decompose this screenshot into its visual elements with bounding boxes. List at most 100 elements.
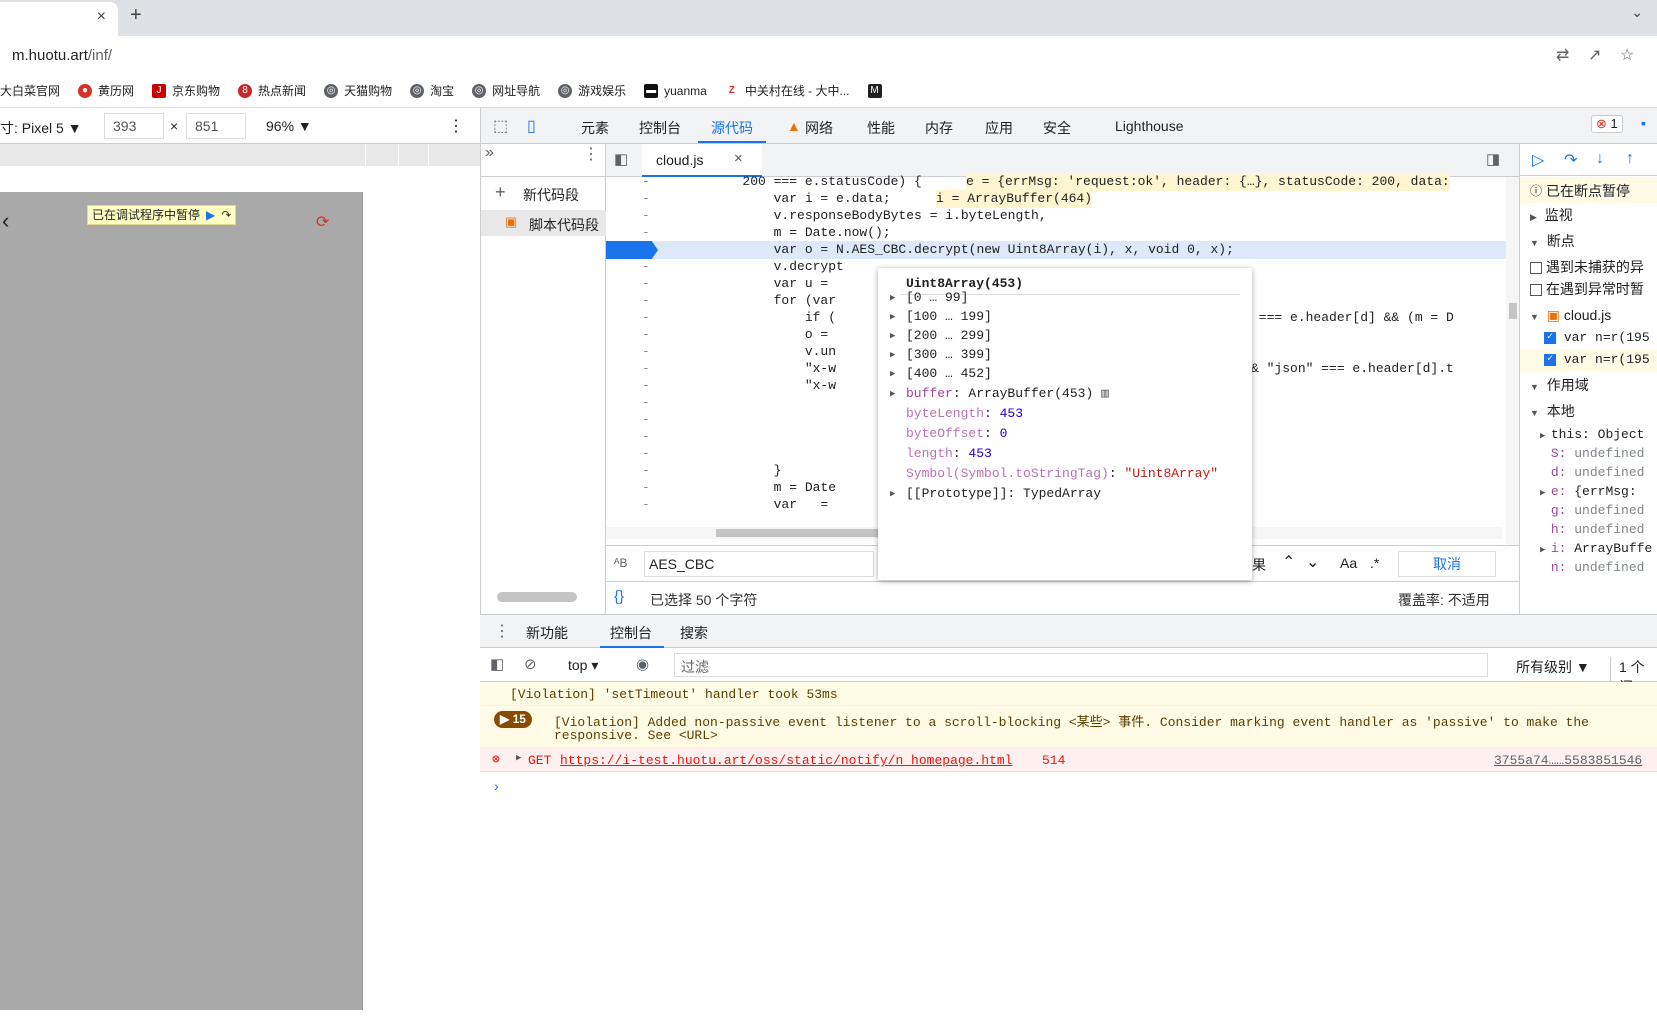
expand-icon[interactable]: ▶ [890,345,895,365]
gutter-marker[interactable]: - [642,394,650,412]
context-select[interactable]: top ▾ [568,657,598,674]
bookmark-item[interactable]: ▬ yuanma [644,83,707,98]
gutter-marker[interactable]: - [642,445,650,463]
console-error[interactable]: ⊗ ▶ GET https://i-test.huotu.art/oss/sta… [480,748,1657,772]
gutter-marker[interactable]: - [642,428,650,446]
tab-security[interactable]: 安全 [1043,118,1071,138]
checkbox[interactable] [1530,284,1542,297]
gutter-marker[interactable]: - [642,292,650,310]
watch-section[interactable]: ▶ 监视 [1530,204,1573,226]
nav-scrollbar[interactable] [497,592,577,602]
breakpoint-marker[interactable] [606,241,658,259]
gutter-marker[interactable]: - [642,275,650,293]
back-arrow-icon[interactable]: ‹ [2,208,9,234]
expand-icon[interactable]: ▶ [1540,488,1551,498]
more-options-icon[interactable]: ⋮ [448,116,464,136]
find-input[interactable]: AES_CBC [644,551,874,577]
add-icon[interactable]: + [495,182,506,203]
eye-icon[interactable]: ◉ [636,655,649,673]
bookmark-item[interactable]: Z 中关村在线 - 大中... [724,82,850,99]
gutter-marker[interactable]: - [642,479,650,497]
tab-memory[interactable]: 内存 [925,118,953,138]
checkbox[interactable] [1530,262,1542,275]
expand-icon[interactable]: ▶ [890,364,895,384]
gutter-marker[interactable]: - [642,360,650,378]
step-into-button-icon[interactable]: ↓ [1596,150,1604,168]
scope-variable[interactable]: ▶ n: undefined [1540,557,1645,579]
sidebar-toggle-icon[interactable]: ◧ [490,655,504,673]
translate-icon[interactable]: ⇄ [1556,45,1569,65]
address-bar[interactable]: m.huotu.art/inf/ ⇄ ↗ ☆ [0,36,1657,74]
share-icon[interactable]: ↗ [1588,45,1601,65]
popover-range[interactable]: ▶ [200 … 299] [890,326,992,346]
code-line[interactable]: - 200 === e.statusCode) {e = {errMsg: 'r… [606,173,1506,191]
gutter-marker[interactable]: - [642,258,650,276]
bookmark-item[interactable]: ● 黄历网 [78,82,134,99]
gutter-marker[interactable]: - [642,411,650,429]
gutter-marker[interactable]: - [642,377,650,395]
pretty-print-icon[interactable]: {} [614,588,624,605]
star-icon[interactable]: ☆ [1620,45,1634,65]
snippet-item[interactable]: ▣ 脚本代码段 [481,210,607,236]
gutter-marker[interactable]: - [642,309,650,327]
memory-icon[interactable]: ▥ [1101,386,1109,401]
console-prompt-icon[interactable]: › [494,778,499,794]
levels-select[interactable]: 所有级别 ▼ [1516,657,1590,677]
breakpoint-item[interactable]: ✓ var n=r(195 [1544,327,1650,349]
tab-whats-new[interactable]: 新功能 [526,623,568,643]
zoom-select[interactable]: 96% ▼ [266,118,312,134]
media-segment[interactable] [428,144,480,166]
expand-icon[interactable]: ▶ [890,384,895,404]
expand-icon[interactable]: ▶ [516,753,521,763]
tab-drawer-console[interactable]: 控制台 [610,623,652,643]
close-file-icon[interactable]: × [734,150,743,167]
match-case-button[interactable]: Aa [1340,555,1357,571]
tab-close-button[interactable]: × [97,8,106,26]
popover-range[interactable]: ▶ [400 … 452] [890,364,992,384]
popover-range[interactable]: ▶ [300 … 399] [890,345,992,365]
tab-lighthouse[interactable]: Lighthouse [1115,118,1184,134]
code-line[interactable]: var o = N.AES_CBC.decrypt(new Uint8Array… [606,241,1506,259]
expand-icon[interactable]: ▶ [1540,545,1551,555]
regex-button[interactable]: .* [1370,555,1379,571]
device-height-input[interactable]: 851 [186,113,246,139]
more-tabs-icon[interactable]: » [485,144,494,162]
check-icon[interactable]: ✓ [1544,331,1556,344]
console-warning[interactable]: ▶ 15 [Violation] Added non-passive event… [480,706,1657,748]
bookmark-item[interactable]: ◎ 淘宝 [410,82,454,99]
popover-prototype[interactable]: ▶ [[Prototype]]: TypedArray [890,484,1101,504]
tab-search-icon[interactable]: ⌄ [1631,4,1643,21]
resume-icon[interactable]: ▶ [206,206,215,224]
resume-button-icon[interactable]: ▷ [1532,150,1544,170]
code-line[interactable]: - m = Date.now(); [606,224,1506,242]
device-screen[interactable] [0,192,363,1010]
messages-icon[interactable]: ▪ [1641,115,1646,131]
expand-icon[interactable]: ▶ [890,288,895,308]
bookmark-item[interactable]: ◎ 天猫购物 [324,82,392,99]
expand-icon[interactable]: ▶ [890,326,895,346]
scope-section[interactable]: ▼ 作用域 [1530,374,1589,396]
reload-icon[interactable]: ⟳ [316,212,329,232]
local-scope[interactable]: ▼ 本地 [1530,400,1575,422]
code-line[interactable]: - v.responseBodyBytes = i.byteLength, [606,207,1506,225]
media-segment[interactable] [398,144,428,166]
bookmark-item[interactable]: 大白菜官网 [0,82,60,99]
bookmark-item[interactable]: ◎ 网址导航 [472,82,540,99]
new-tab-button[interactable]: + [130,4,142,27]
new-snippet-button[interactable]: 新代码段 [523,185,579,205]
expand-icon[interactable]: ▶ [890,307,895,327]
bookmark-item[interactable]: M [867,83,888,98]
popover-range[interactable]: ▶ [100 … 199] [890,307,992,327]
tab-performance[interactable]: 性能 [867,118,895,138]
console-warning[interactable]: [Violation] 'setTimeout' handler took 53… [480,682,1657,706]
caught-checkbox[interactable]: 在遇到异常时暂 [1530,278,1644,300]
check-icon[interactable]: ✓ [1544,353,1556,366]
device-select[interactable]: 寸: Pixel 5 ▼ [0,118,82,138]
step-over-button-icon[interactable]: ↷ [1564,150,1577,170]
gutter-marker[interactable]: - [642,190,650,208]
find-next-icon[interactable]: ⌄ [1306,552,1319,572]
inspect-element-icon[interactable]: ⬚ [493,116,508,136]
expand-icon[interactable]: ▶ [890,484,895,504]
gutter-marker[interactable]: - [642,343,650,361]
tab-sources[interactable]: 源代码 [711,118,753,138]
